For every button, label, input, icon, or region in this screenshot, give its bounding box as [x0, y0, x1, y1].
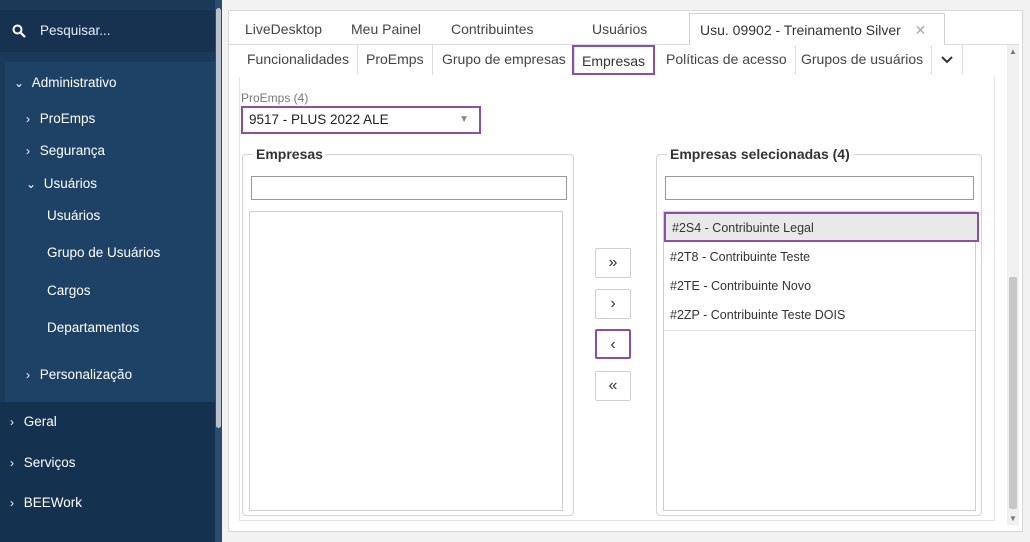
- sidebar-item-beework[interactable]: › BEEWork: [10, 495, 82, 510]
- sub-tab-bar: Funcionalidades ProEmps Grupo de empresa…: [229, 45, 1009, 77]
- sidebar-item-label: Administrativo: [31, 75, 117, 90]
- selected-companies-panel: Empresas selecionadas (4) #2S4 - Contrib…: [656, 146, 982, 516]
- list-item[interactable]: #2ZP - Contribuinte Teste DOIS: [664, 301, 975, 331]
- list-item-label: #2T8 - Contribuinte Teste: [670, 250, 811, 264]
- tab-grupo-empresas[interactable]: Grupo de empresas: [434, 45, 575, 75]
- proemps-select[interactable]: 9517 - PLUS 2022 ALE ▼: [241, 106, 481, 134]
- tab-usuario-09902[interactable]: Usu. 09902 - Treinamento Silver ✕: [689, 13, 945, 45]
- sidebar-item-cargos[interactable]: Cargos: [47, 283, 91, 298]
- scroll-up-icon[interactable]: ▲: [1009, 47, 1017, 56]
- chevron-down-icon: [941, 56, 953, 64]
- selected-companies-filter[interactable]: [665, 176, 974, 200]
- sidebar-item-label: Geral: [23, 414, 57, 429]
- sidebar-item-label: Serviços: [23, 455, 76, 470]
- sidebar-item-administrativo[interactable]: ⌄ Administrativo: [14, 75, 117, 90]
- chevron-right-icon: ›: [26, 144, 30, 158]
- tab-contribuintes[interactable]: Contribuintes: [441, 13, 544, 45]
- chevron-right-icon: ›: [10, 456, 14, 470]
- list-scroll-divider: [562, 212, 563, 511]
- sidebar-item-departamentos[interactable]: Departamentos: [47, 320, 139, 335]
- available-companies-filter[interactable]: [251, 176, 567, 200]
- chevron-right-icon: ›: [26, 368, 30, 382]
- more-tabs-button[interactable]: [931, 45, 963, 75]
- tab-label: Meu Painel: [351, 21, 422, 37]
- available-companies-panel: Empresas: [242, 146, 574, 516]
- sidebar-scrollbar[interactable]: [215, 0, 222, 542]
- sidebar-item-seguranca[interactable]: › Segurança: [26, 143, 105, 158]
- selected-companies-list[interactable]: #2S4 - Contribuinte Legal #2T8 - Contrib…: [663, 211, 979, 511]
- list-item-label: #2TE - Contribuinte Novo: [670, 279, 812, 293]
- tab-grupos-usuarios[interactable]: Grupos de usuários: [793, 45, 931, 75]
- sidebar-item-label: BEEWork: [23, 495, 83, 510]
- move-right-button[interactable]: ›: [595, 289, 631, 319]
- sidebar-scrollbar-thumb[interactable]: [216, 8, 221, 428]
- chevron-right-icon: ›: [10, 496, 14, 510]
- tab-livedesktop[interactable]: LiveDesktop: [235, 13, 332, 45]
- caret-down-icon: ▼: [459, 114, 469, 125]
- selected-companies-title: Empresas selecionadas (4): [667, 146, 853, 162]
- sidebar-item-proemps[interactable]: › ProEmps: [26, 111, 95, 126]
- chevron-right-icon: ›: [26, 112, 30, 126]
- proemps-field-label: ProEmps (4): [241, 91, 309, 105]
- content-scrollbar-thumb[interactable]: [1009, 277, 1017, 509]
- available-companies-title: Empresas: [253, 146, 326, 162]
- content-scrollbar[interactable]: ▲ ▼: [1007, 45, 1019, 525]
- tab-label: ProEmps: [366, 51, 424, 67]
- sidebar-item-usuarios[interactable]: Usuários: [47, 208, 100, 223]
- sidebar-item-label: Segurança: [39, 143, 106, 158]
- tab-empresas[interactable]: Empresas: [572, 45, 656, 75]
- move-all-left-button[interactable]: «: [595, 371, 631, 401]
- tab-label: Políticas de acesso: [666, 51, 787, 67]
- move-left-button[interactable]: ‹: [595, 329, 631, 359]
- sidebar-item-label: Personalização: [39, 367, 133, 382]
- top-tab-bar: LiveDesktop Meu Painel Contribuintes Usu…: [229, 13, 1019, 45]
- sidebar-item-label: Departamentos: [47, 320, 140, 335]
- sidebar-item-usuarios-group[interactable]: ⌄ Usuários: [26, 176, 97, 191]
- chevron-right-icon: ›: [10, 415, 14, 429]
- tab-meu-painel[interactable]: Meu Painel: [341, 13, 431, 45]
- tab-usuarios[interactable]: Usuários: [582, 13, 657, 45]
- sidebar-search-label: Pesquisar...: [40, 23, 111, 38]
- move-all-right-button[interactable]: »: [595, 248, 631, 278]
- sidebar-item-label: Cargos: [47, 283, 91, 298]
- proemps-selected-value: 9517 - PLUS 2022 ALE: [249, 112, 389, 127]
- close-icon[interactable]: ✕: [915, 22, 927, 38]
- user-editor-window: LiveDesktop Meu Painel Contribuintes Usu…: [228, 10, 1023, 532]
- sidebar-search[interactable]: Pesquisar...: [0, 10, 215, 52]
- tab-label: Grupos de usuários: [801, 51, 924, 67]
- sidebar-item-grupo-usuarios[interactable]: Grupo de Usuários: [47, 245, 160, 260]
- tab-label: Contribuintes: [451, 21, 534, 37]
- list-item[interactable]: #2TE - Contribuinte Novo: [664, 272, 975, 302]
- sidebar: Pesquisar... ⌄ Administrativo › ProEmps …: [0, 0, 222, 542]
- tab-label: Usuários: [592, 21, 648, 37]
- main-area: LiveDesktop Meu Painel Contribuintes Usu…: [222, 0, 1030, 542]
- list-item-label: #2ZP - Contribuinte Teste DOIS: [670, 308, 846, 322]
- sidebar-item-servicos[interactable]: › Serviços: [10, 455, 76, 470]
- list-item-label: #2S4 - Contribuinte Legal: [672, 221, 814, 235]
- tab-politicas-acesso[interactable]: Políticas de acesso: [658, 45, 796, 75]
- available-companies-list[interactable]: [249, 211, 563, 511]
- list-item[interactable]: #2S4 - Contribuinte Legal: [664, 212, 979, 242]
- tab-label: Empresas: [582, 53, 646, 69]
- tab-label: Grupo de empresas: [442, 51, 566, 67]
- sidebar-item-label: Grupo de Usuários: [47, 245, 161, 260]
- tab-label: Usu. 09902 - Treinamento Silver: [700, 22, 901, 38]
- tab-label: Funcionalidades: [247, 51, 349, 67]
- chevron-down-icon: ⌄: [26, 177, 37, 191]
- chevron-down-icon: ⌄: [14, 76, 25, 90]
- sidebar-item-label: Usuários: [47, 208, 101, 223]
- tab-funcionalidades[interactable]: Funcionalidades: [239, 45, 358, 75]
- search-icon: [12, 24, 26, 38]
- sidebar-item-label: ProEmps: [39, 111, 96, 126]
- sidebar-item-geral[interactable]: › Geral: [10, 414, 57, 429]
- scroll-down-icon[interactable]: ▼: [1009, 514, 1017, 523]
- tab-proemps[interactable]: ProEmps: [358, 45, 433, 75]
- tab-label: LiveDesktop: [245, 21, 323, 37]
- sidebar-item-label: Usuários: [43, 176, 98, 191]
- sidebar-item-personalizacao[interactable]: › Personalização: [26, 367, 132, 382]
- list-item[interactable]: #2T8 - Contribuinte Teste: [664, 243, 975, 273]
